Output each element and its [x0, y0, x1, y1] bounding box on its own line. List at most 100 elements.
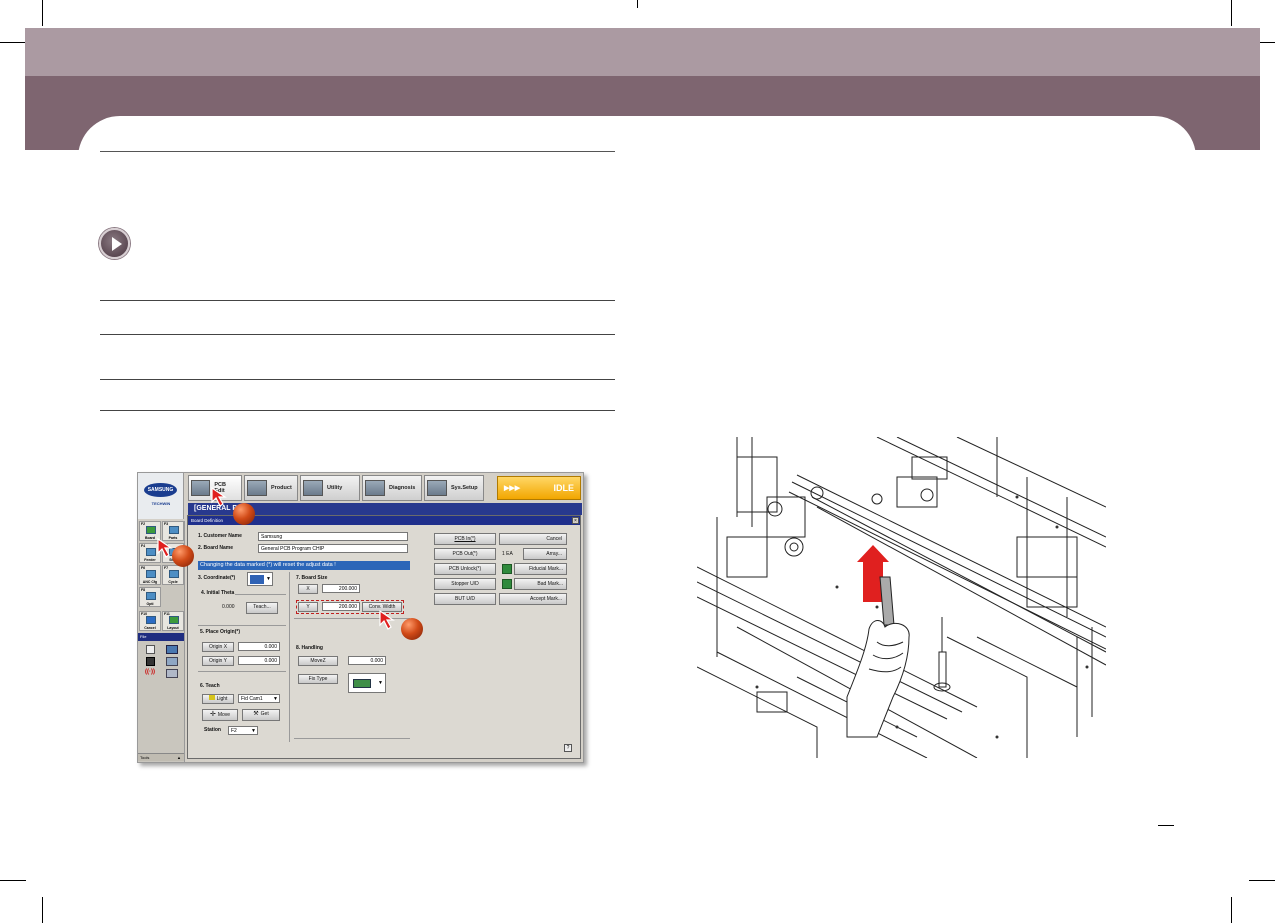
- board-name-label: 2. Board Name: [198, 545, 234, 551]
- initial-theta-label: 4. Initial Theta: [200, 590, 236, 596]
- close-icon[interactable]: ×: [572, 517, 579, 524]
- file-network-icon[interactable]: [166, 657, 178, 666]
- parts-icon: [169, 526, 179, 534]
- station-label: Station: [204, 727, 221, 733]
- tab-diagnosis[interactable]: Diagnosis: [362, 475, 422, 501]
- column-divider: [289, 572, 290, 742]
- logo-sub: TECHWIN: [151, 501, 171, 506]
- tab-sys-setup[interactable]: Sys.Setup: [424, 475, 484, 501]
- coordinate-label: 3. Coordinate(*): [198, 575, 236, 581]
- but-ud-button[interactable]: BUT U/D: [434, 593, 496, 605]
- status-text: IDLE: [553, 483, 574, 493]
- station-select[interactable]: F2 ▼: [228, 726, 258, 735]
- fiducial-mark-button[interactable]: Fiducial Mark...: [514, 563, 567, 575]
- fkey-cycle[interactable]: F7 Cycle: [162, 565, 184, 585]
- sys-setup-icon: [427, 480, 447, 496]
- anc-cfg-icon: [146, 570, 156, 578]
- initial-theta-value: 0.000: [222, 604, 235, 610]
- board-definition-dialog: Board Definition × 1. Customer Name Sams…: [187, 515, 581, 759]
- bad-mark-button[interactable]: Bad Mark...: [514, 578, 567, 590]
- tab-utility[interactable]: Utility: [300, 475, 360, 501]
- coordinate-icon: [250, 575, 264, 584]
- crop-mark: [1249, 880, 1275, 881]
- accept-mark-button[interactable]: Accept Mark...: [499, 593, 567, 605]
- array-button[interactable]: Array...: [523, 548, 567, 560]
- board-x-label: X: [298, 584, 318, 594]
- crop-mark: [42, 0, 43, 26]
- handling-separator: [294, 738, 410, 739]
- samsung-logo: SAMSUNG TECHWIN: [138, 473, 184, 519]
- get-icon: ⚒: [253, 711, 259, 717]
- table-rule: [100, 334, 615, 335]
- crop-mark: [1231, 897, 1232, 923]
- file-new-icon[interactable]: [146, 645, 155, 654]
- board-size-label: 7. Board Size: [296, 575, 328, 581]
- move-button[interactable]: ✛ Move: [202, 709, 238, 721]
- fix-type-label: Fix Type: [298, 674, 338, 684]
- customer-name-field[interactable]: Samsung: [258, 532, 408, 541]
- logo-text: SAMSUNG: [144, 483, 177, 497]
- chevron-down-icon: ▼: [378, 680, 383, 686]
- tools-panel-header[interactable]: Tools ▲: [138, 753, 184, 761]
- pcb-unlock-button[interactable]: PCB Unlock(*): [434, 563, 496, 575]
- board-y-field[interactable]: 200.000: [322, 602, 360, 611]
- board-name-field[interactable]: General PCB Program CHIP: [258, 544, 408, 553]
- stopper-ud-button[interactable]: Stopper U/D: [434, 578, 496, 590]
- movez-label: MoveZ: [298, 656, 338, 666]
- feeder-icon: [146, 548, 156, 556]
- callout-marker-1: [233, 503, 255, 525]
- origin-y-label: Origin Y: [202, 656, 234, 666]
- cycle-icon: [169, 570, 179, 578]
- origin-y-field[interactable]: 0.000: [238, 656, 280, 665]
- handling-label: 8. Handling: [296, 645, 323, 651]
- fkey-opti[interactable]: F8 Opti: [139, 587, 161, 607]
- light-icon: [208, 695, 215, 700]
- file-open-icon[interactable]: [166, 645, 178, 654]
- header-band-light: [25, 28, 1260, 76]
- table-rule: [100, 410, 615, 411]
- fkey-layout[interactable]: F11 Layout: [162, 611, 184, 631]
- file-broadcast-icon[interactable]: ((·)): [145, 669, 156, 678]
- light-select[interactable]: Fid Cam1 ▼: [238, 694, 280, 703]
- main-tabs: PCB Edit Product Utility Diagnosis Sys.S…: [188, 475, 484, 501]
- file-save-icon[interactable]: [146, 657, 155, 666]
- customer-name-label: 1. Customer Name: [198, 533, 242, 539]
- place-origin-label: 5. Place Origin(*): [200, 629, 241, 635]
- cancel-icon: [146, 616, 156, 624]
- teach-separator: [198, 671, 286, 672]
- file-tools-icon[interactable]: [166, 669, 178, 678]
- status-idle-badge: ▶▶▶ IDLE: [497, 476, 581, 500]
- fkey-anc-cfg[interactable]: F6 ANC Cfg: [139, 565, 161, 585]
- teach-section-label: 6. Teach: [200, 683, 220, 689]
- array-qty: 1 EA: [502, 551, 513, 557]
- pcb-out-button[interactable]: PCB Out(*): [434, 548, 496, 560]
- cancel-button[interactable]: Cancel: [499, 533, 567, 545]
- section-rule: [100, 151, 615, 152]
- fix-type-select[interactable]: ▼: [348, 673, 386, 693]
- pcb-in-button[interactable]: PCB In(*): [434, 533, 496, 545]
- tab-product[interactable]: Product: [244, 475, 298, 501]
- fix-type-icon: [353, 679, 371, 688]
- opti-icon: [146, 592, 156, 600]
- fiducial-status-indicator: [502, 564, 512, 574]
- get-button[interactable]: ⚒ Get: [242, 709, 280, 721]
- fkey-cancel[interactable]: F10 Cancel: [139, 611, 161, 631]
- coordinate-select[interactable]: ▼: [247, 572, 273, 586]
- light-button[interactable]: Light: [202, 694, 234, 704]
- move-icon: ✛: [209, 711, 216, 718]
- teach-button[interactable]: Teach...: [246, 602, 278, 614]
- software-screenshot: SAMSUNG TECHWIN PCB Edit Product Utility…: [137, 472, 584, 763]
- crop-mark: [0, 42, 26, 43]
- file-panel-header[interactable]: File: [138, 633, 184, 641]
- chevron-down-icon: ▼: [266, 576, 271, 582]
- help-button[interactable]: ?: [564, 744, 572, 752]
- board-x-field[interactable]: 200.000: [322, 584, 360, 593]
- product-icon: [247, 480, 267, 496]
- origin-x-label: Origin X: [202, 642, 234, 652]
- bad-mark-status-indicator: [502, 579, 512, 589]
- movez-field[interactable]: 0.000: [348, 656, 386, 665]
- table-rule: [100, 379, 615, 380]
- origin-x-field[interactable]: 0.000: [238, 642, 280, 651]
- arrow-pointer-icon: [379, 609, 395, 630]
- callout-marker-3: [401, 618, 423, 640]
